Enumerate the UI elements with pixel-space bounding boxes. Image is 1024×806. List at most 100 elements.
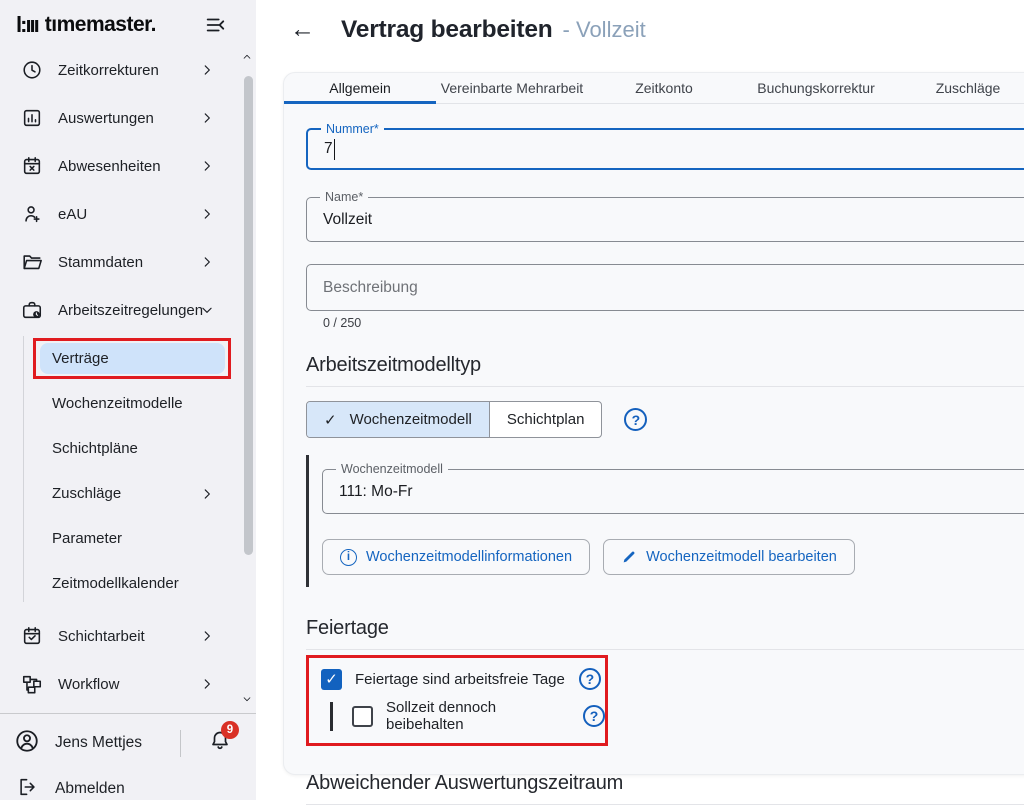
chevron-right-icon	[200, 677, 214, 691]
sidebar-item-abwesenheiten[interactable]: Abwesenheiten	[0, 142, 256, 190]
chevron-right-icon	[200, 629, 214, 643]
sidebar-subitem-parameter[interactable]: Parameter	[0, 516, 256, 561]
name-label: Name*	[320, 190, 368, 204]
chevron-right-icon	[200, 255, 214, 269]
sidebar-item-label: eAU	[58, 206, 87, 223]
checkbox-label: Feiertage sind arbeitsfreie Tage	[355, 671, 565, 688]
tab-zeitkonto[interactable]: Zeitkonto	[588, 73, 740, 103]
pencil-icon	[621, 549, 637, 565]
footer-separator	[180, 730, 181, 757]
sidebar-item-label: Auswertungen	[58, 110, 154, 127]
wochenzeitmodell-value: 111: Mo-Fr	[323, 470, 1024, 513]
logout-button[interactable]: Abmelden	[0, 772, 256, 806]
sidebar-subitem-label: Schichtpläne	[0, 440, 138, 457]
beschreibung-field[interactable]: Beschreibung	[306, 264, 1024, 311]
help-icon[interactable]: ?	[579, 668, 601, 690]
sidebar-item-label: Abwesenheiten	[58, 158, 161, 175]
sidebar-item-auswertungen[interactable]: Auswertungen	[0, 94, 256, 142]
beschreibung-placeholder: Beschreibung	[307, 265, 1024, 310]
nummer-label: Nummer*	[321, 122, 384, 136]
contract-form-card: Allgemein Vereinbarte Mehrarbeit Zeitkon…	[283, 72, 1024, 775]
sidebar-subitem-label: Zuschläge	[0, 485, 121, 502]
sidebar-subitem-wochenzeitmodelle[interactable]: Wochenzeitmodelle	[0, 381, 256, 426]
nummer-field[interactable]: Nummer* 7	[306, 128, 1024, 170]
section-title-abweichend: Abweichender Auswertungszeitraum	[306, 772, 1024, 795]
sidebar-item-label: Schichtarbeit	[58, 628, 145, 645]
sidebar-item-eau[interactable]: eAU	[0, 190, 256, 238]
logout-label: Abmelden	[55, 780, 125, 798]
sidebar-item-label: Zeitkorrekturen	[58, 62, 159, 79]
help-icon[interactable]: ?	[583, 705, 605, 727]
logo-mark: l:ııı	[16, 12, 38, 38]
chevron-right-icon	[200, 207, 214, 221]
main-content: ← Vertrag bearbeiten - Vollzeit Allgemei…	[256, 0, 1024, 800]
wochenzeitmodell-bearbeiten-button[interactable]: Wochenzeitmodell bearbeiten	[603, 539, 855, 575]
back-button[interactable]: ←	[290, 15, 315, 44]
section-title-arbeitszeitmodelltyp: Arbeitszeitmodelltyp	[306, 354, 1024, 377]
section-divider	[306, 804, 1024, 805]
wochenzeitmodell-label: Wochenzeitmodell	[336, 462, 448, 476]
notifications-bell-icon[interactable]: 9	[208, 728, 232, 757]
section-divider	[306, 386, 1024, 387]
help-icon[interactable]: ?	[624, 408, 647, 431]
sidebar-item-stammdaten[interactable]: Stammdaten	[0, 238, 256, 286]
tab-vereinbarte-mehrarbeit[interactable]: Vereinbarte Mehrarbeit	[436, 73, 588, 103]
section-title-feiertage: Feiertage	[306, 617, 1024, 640]
toggle-schichtplan[interactable]: Schichtplan	[489, 402, 602, 437]
page-subtitle: - Vollzeit	[563, 17, 646, 43]
workflow-icon	[20, 673, 44, 695]
person-icon	[20, 203, 44, 225]
tab-zuschlaege[interactable]: Zuschläge	[892, 73, 1024, 103]
sidebar-subitem-schichtplaene[interactable]: Schichtpläne	[0, 426, 256, 471]
checkbox-sollzeit-beibehalten[interactable]	[352, 706, 373, 727]
name-field[interactable]: Name* Vollzeit	[306, 197, 1024, 242]
calendar-x-icon	[20, 155, 44, 177]
sidebar-item-arbeitszeitregelungen[interactable]: Arbeitszeitregelungen	[0, 286, 256, 334]
annotation-red-box-feiertage: ✓ Feiertage sind arbeitsfreie Tage ? Sol…	[306, 655, 608, 746]
nummer-value: 7	[324, 140, 333, 158]
chevron-right-icon	[200, 111, 214, 125]
collapse-sidebar-icon[interactable]	[204, 14, 226, 36]
wochenzeitmodellinformationen-button[interactable]: i Wochenzeitmodellinformationen	[322, 539, 590, 575]
tab-bar: Allgemein Vereinbarte Mehrarbeit Zeitkon…	[284, 73, 1024, 104]
chevron-right-icon	[200, 487, 214, 501]
page-title: Vertrag bearbeiten	[341, 16, 553, 44]
sidebar-subitem-zeitmodellkalender[interactable]: Zeitmodellkalender	[0, 561, 256, 606]
sidebar-subitem-zuschlaege[interactable]: Zuschläge	[0, 471, 256, 516]
name-value: Vollzeit	[307, 198, 1024, 241]
tab-allgemein[interactable]: Allgemein	[284, 73, 436, 103]
wochenzeitmodell-group: Wochenzeitmodell 111: Mo-Fr i Wochenzeit…	[306, 455, 1024, 587]
text-cursor	[334, 139, 336, 160]
sidebar-item-schichtarbeit[interactable]: Schichtarbeit	[0, 612, 256, 660]
clock-icon	[20, 59, 44, 81]
scrollbar-down-icon[interactable]	[242, 694, 252, 704]
notification-badge: 9	[221, 721, 239, 739]
briefcase-clock-icon	[20, 299, 44, 321]
folder-icon	[20, 251, 44, 273]
bar-chart-icon	[20, 107, 44, 129]
sidebar-item-label: Stammdaten	[58, 254, 143, 271]
sidebar-item-label: Arbeitszeitregelungen	[58, 302, 203, 319]
tab-buchungskorrektur[interactable]: Buchungskorrektur	[740, 73, 892, 103]
logo-text: tımemaster.	[45, 13, 156, 37]
scrollbar-up-icon[interactable]	[242, 52, 252, 62]
wochenzeitmodell-field[interactable]: Wochenzeitmodell 111: Mo-Fr	[322, 469, 1024, 514]
sidebar: l:ııı tımemaster. Zeitkorrekturen Auswer…	[0, 0, 256, 800]
scrollbar-thumb[interactable]	[244, 76, 253, 555]
sidebar-sublist-arbeitszeitregelungen: Verträge Wochenzeitmodelle Schichtpläne …	[0, 334, 256, 612]
sidebar-subitem-label: Parameter	[0, 530, 122, 547]
check-icon: ✓	[324, 411, 337, 429]
sidebar-item-label: Workflow	[58, 676, 119, 693]
modelltyp-toggle-group: ✓ Wochenzeitmodell Schichtplan	[306, 401, 602, 438]
nesting-bar	[330, 702, 333, 731]
sidebar-footer: Jens Mettjes 9 Abmelden	[0, 713, 256, 800]
sidebar-subitem-vertraege[interactable]: Verträge	[0, 336, 256, 381]
sidebar-nav: Zeitkorrekturen Auswertungen Abwesenheit…	[0, 46, 256, 756]
sidebar-item-zeitkorrekturen[interactable]: Zeitkorrekturen	[0, 46, 256, 94]
sidebar-subitem-label: Wochenzeitmodelle	[0, 395, 183, 412]
sidebar-item-workflow[interactable]: Workflow	[0, 660, 256, 708]
chevron-right-icon	[200, 63, 214, 77]
char-counter: 0 / 250	[323, 316, 1024, 330]
checkbox-feiertage-arbeitsfrei[interactable]: ✓	[321, 669, 342, 690]
toggle-wochenzeitmodell[interactable]: ✓ Wochenzeitmodell	[307, 402, 489, 437]
